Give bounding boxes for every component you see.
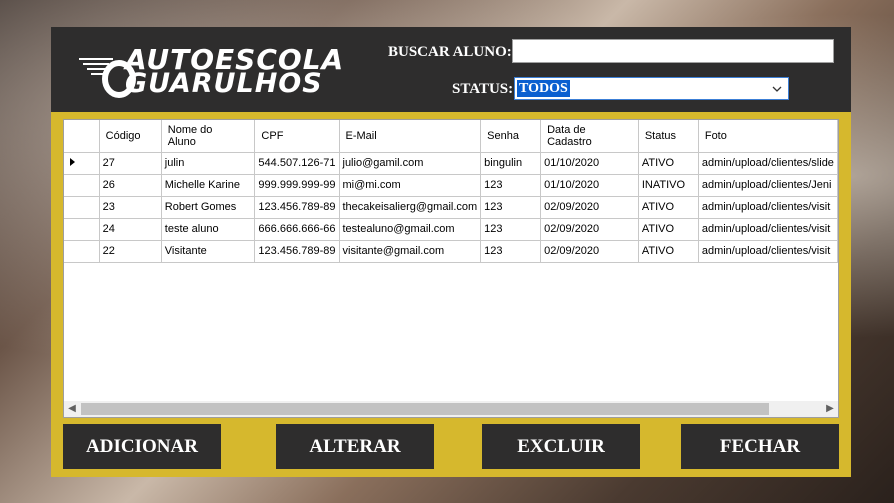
table-cell[interactable]: 24 <box>99 218 162 241</box>
scroll-left-icon[interactable]: ◀ <box>64 401 80 417</box>
table-cell[interactable]: 23 <box>99 196 162 219</box>
table-cell[interactable]: 123.456.789-89 <box>254 196 340 219</box>
status-selected-value: TODOS <box>517 80 570 97</box>
column-header[interactable]: E-Mail <box>339 120 482 153</box>
table-cell[interactable]: 123 <box>480 174 542 197</box>
table-cell[interactable]: ATIVO <box>638 152 699 175</box>
table-cell[interactable]: 02/09/2020 <box>540 240 639 263</box>
column-header[interactable]: CPF <box>254 120 340 153</box>
table-cell[interactable]: INATIVO <box>638 174 699 197</box>
table-cell[interactable]: ATIVO <box>638 218 699 241</box>
header-bar: AUTOESCOLA GUARULHOS BUSCAR ALUNO: STATU… <box>51 27 851 112</box>
column-header[interactable]: Senha <box>480 120 542 153</box>
column-header[interactable]: Data de Cadastro <box>540 120 639 153</box>
table-cell[interactable]: 123 <box>480 196 542 219</box>
table-cell[interactable]: teste aluno <box>161 218 256 241</box>
logo-text-line2: GUARULHOS <box>125 68 323 99</box>
table-row[interactable]: 26 Michelle Karine 999.999.999-99 mi@mi.com… <box>64 174 838 197</box>
table-cell[interactable]: bingulin <box>480 152 542 175</box>
table-cell[interactable]: testealuno@gmail.com <box>339 218 482 241</box>
table-cell[interactable]: 999.999.999-99 <box>254 174 340 197</box>
table-cell[interactable]: mi@mi.com <box>339 174 482 197</box>
table-cell[interactable]: thecakeisalierg@gmail.com <box>339 196 482 219</box>
delete-button[interactable]: EXCLUIR <box>482 424 640 469</box>
table-row[interactable]: 24 teste aluno 666.666.666-66 testealuno@gm… <box>64 218 838 241</box>
horizontal-scrollbar[interactable]: ◀ ▶ <box>64 401 838 417</box>
table-cell[interactable]: 01/10/2020 <box>540 174 639 197</box>
search-student-input[interactable] <box>512 39 834 63</box>
table-cell[interactable]: admin/upload/clientes/visit <box>698 240 838 263</box>
column-header[interactable]: Código <box>99 120 162 153</box>
table-cell[interactable]: ATIVO <box>638 196 699 219</box>
chevron-down-icon <box>772 86 782 92</box>
status-dropdown[interactable]: TODOS <box>514 77 789 100</box>
scroll-right-icon[interactable]: ▶ <box>822 401 838 417</box>
table-cell[interactable]: 22 <box>99 240 162 263</box>
table-cell[interactable]: Robert Gomes <box>161 196 256 219</box>
table-cell[interactable]: visitante@gmail.com <box>339 240 482 263</box>
table-cell[interactable]: 27 <box>99 152 162 175</box>
row-header-cell[interactable] <box>64 196 100 219</box>
row-header-cell[interactable] <box>64 174 100 197</box>
table-cell[interactable]: Michelle Karine <box>161 174 256 197</box>
alter-button[interactable]: ALTERAR <box>276 424 434 469</box>
add-button[interactable]: ADICIONAR <box>63 424 221 469</box>
table-row[interactable]: 22 Visitante 123.456.789-89 visitante@gmail… <box>64 240 838 263</box>
search-label: BUSCAR ALUNO: <box>388 44 512 60</box>
table-row[interactable]: 27 julin 544.507.126-71 julio@gamil.com bing… <box>64 152 838 175</box>
column-header[interactable]: Status <box>638 120 699 153</box>
table-cell[interactable]: julin <box>161 152 256 175</box>
table-cell[interactable]: 26 <box>99 174 162 197</box>
table-cell[interactable]: 544.507.126-71 <box>254 152 340 175</box>
row-header-cell[interactable] <box>64 152 100 175</box>
students-data-grid[interactable]: Código Nome do Aluno CPF E-Mail Senha Data de… <box>63 119 839 418</box>
column-header[interactable]: Foto <box>698 120 838 153</box>
row-header-corner <box>64 120 100 153</box>
student-list-window: AUTOESCOLA GUARULHOS BUSCAR ALUNO: STATU… <box>51 27 851 477</box>
table-cell[interactable]: 01/10/2020 <box>540 152 639 175</box>
table-cell[interactable]: admin/upload/clientes/slide <box>698 152 838 175</box>
table-cell[interactable]: ATIVO <box>638 240 699 263</box>
table-cell[interactable]: 123 <box>480 240 542 263</box>
status-label: STATUS: <box>452 81 514 97</box>
table-cell[interactable]: 666.666.666-66 <box>254 218 340 241</box>
table-cell[interactable]: 02/09/2020 <box>540 218 639 241</box>
autoescola-logo: AUTOESCOLA GUARULHOS <box>77 41 357 99</box>
row-header-cell[interactable] <box>64 218 100 241</box>
close-button[interactable]: FECHAR <box>681 424 839 469</box>
table-cell[interactable]: Visitante <box>161 240 256 263</box>
scrollbar-thumb[interactable] <box>81 403 769 415</box>
table-cell[interactable]: 02/09/2020 <box>540 196 639 219</box>
table-header-row: Código Nome do Aluno CPF E-Mail Senha Data de… <box>64 120 838 153</box>
row-header-cell[interactable] <box>64 240 100 263</box>
table-cell[interactable]: admin/upload/clientes/visit <box>698 196 838 219</box>
current-row-arrow-icon <box>70 158 75 166</box>
table-cell[interactable]: 123 <box>480 218 542 241</box>
students-table: Código Nome do Aluno CPF E-Mail Senha Data de… <box>64 120 838 263</box>
table-cell[interactable]: admin/upload/clientes/visit <box>698 218 838 241</box>
table-cell[interactable]: julio@gamil.com <box>339 152 482 175</box>
column-header[interactable]: Nome do Aluno <box>161 120 256 153</box>
table-cell[interactable]: admin/upload/clientes/Jeni <box>698 174 838 197</box>
table-cell[interactable]: 123.456.789-89 <box>254 240 340 263</box>
table-row[interactable]: 23 Robert Gomes 123.456.789-89 thecakeisali… <box>64 196 838 219</box>
